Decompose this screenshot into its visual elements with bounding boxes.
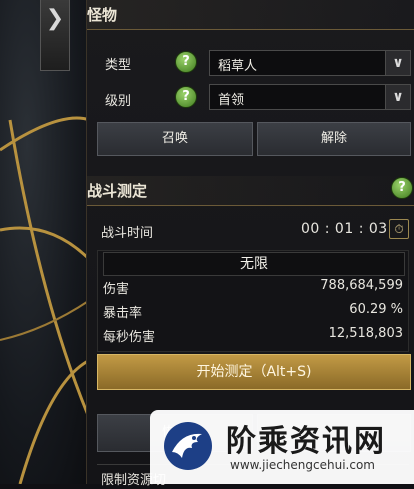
stat-value: 12,518,803 — [328, 326, 403, 341]
monster-section-title: 怪物 — [87, 6, 118, 24]
decorative-background — [0, 0, 90, 484]
stopwatch-icon[interactable]: ⏱ — [389, 219, 409, 239]
watermark-title: 阶乘资讯网 — [226, 424, 386, 459]
monster-level-value: 首领 — [218, 93, 245, 108]
stat-value: 60.29 % — [349, 302, 403, 317]
stat-label: 每秒伤害 — [103, 330, 156, 345]
summon-button[interactable]: 召唤 — [97, 122, 253, 156]
type-label: 类型 — [105, 58, 132, 73]
dropdown-arrow-icon[interactable]: ∨ — [385, 85, 410, 109]
site-watermark: 阶乘资讯网 www.jiechengcehui.com — [150, 410, 414, 484]
battle-section-title: 战斗测定 — [87, 182, 148, 200]
start-measure-button[interactable]: 开始测定（Alt+S) — [97, 354, 411, 390]
panel-expand-toggle[interactable]: ❯ — [40, 0, 70, 71]
level-help-icon[interactable]: ? — [175, 86, 197, 108]
battle-mode-value: 无限 — [103, 252, 405, 276]
level-label: 级别 — [105, 94, 132, 109]
monster-section-header: 怪物 — [87, 0, 414, 30]
stat-row: 暴击率 60.29 % — [103, 302, 403, 321]
eagle-logo-icon — [164, 422, 212, 470]
chevron-right-icon: ❯ — [45, 6, 65, 31]
battle-section-header: 战斗测定 — [87, 176, 414, 206]
monster-type-select[interactable]: 稻草人 ∨ — [209, 50, 411, 76]
monster-level-select[interactable]: 首领 ∨ — [209, 84, 411, 110]
battle-time-label: 战斗时间 — [101, 226, 154, 241]
stat-row: 伤害 788,684,599 — [103, 278, 403, 297]
type-help-icon[interactable]: ? — [175, 51, 197, 73]
stat-label: 伤害 — [103, 282, 130, 297]
battle-time-value: 00 : 01 : 03 — [301, 221, 388, 237]
golden-arcs-decoration — [0, 116, 90, 484]
section-divider — [87, 205, 414, 206]
dropdown-arrow-icon[interactable]: ∨ — [385, 51, 410, 75]
stat-label: 暴击率 — [103, 306, 143, 321]
stat-value: 788,684,599 — [320, 278, 403, 293]
battle-help-icon[interactable]: ? — [391, 177, 413, 199]
stat-row: 每秒伤害 12,518,803 — [103, 326, 403, 345]
remove-button[interactable]: 解除 — [257, 122, 411, 156]
monster-type-value: 稻草人 — [218, 59, 258, 74]
section-divider — [87, 29, 414, 30]
watermark-url: www.jiechengcehui.com — [230, 458, 375, 472]
